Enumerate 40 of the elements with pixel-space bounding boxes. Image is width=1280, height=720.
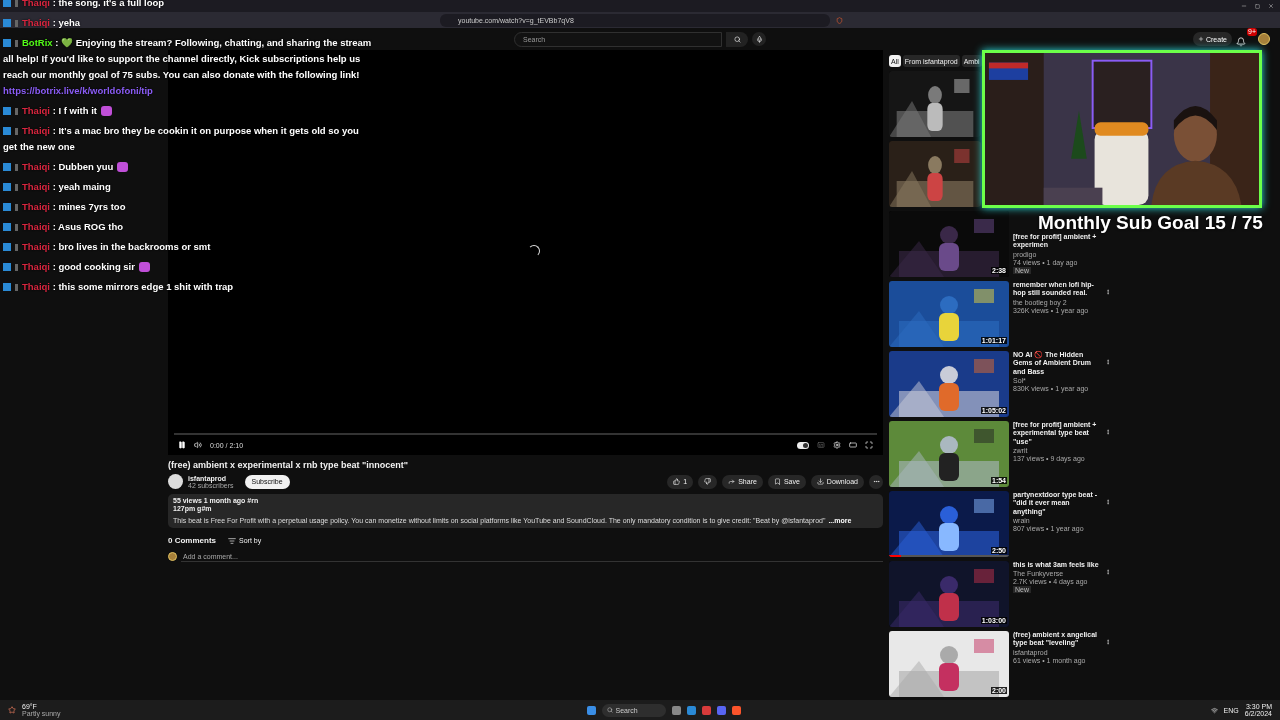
chat-message: BotRix : 💚 Enjoying the stream? Following, chatting, and sharing the stream all help! If you'd like to support the channel directly, Kick subscriptions help us reach our monthly goal of 75 subs. You can also donate with the following link! https://botrix.live/k/worldofoni/tip	[3, 35, 372, 99]
plus-icon	[1198, 36, 1204, 42]
volume-icon[interactable]	[194, 441, 202, 449]
tip-link[interactable]: https://botrix.live/k/worldofoni/tip	[3, 85, 153, 96]
search-button[interactable]	[726, 31, 748, 47]
user-avatar	[168, 552, 177, 561]
share-icon	[728, 478, 736, 485]
comment-count: 0 Comments	[168, 536, 216, 545]
sort-icon	[228, 536, 236, 545]
settings-icon[interactable]	[833, 441, 841, 449]
maximize-icon[interactable]	[1255, 3, 1260, 9]
dislike-button[interactable]	[698, 474, 718, 489]
autoplay-toggle[interactable]	[797, 441, 809, 449]
more-icon[interactable]	[1105, 569, 1111, 575]
search-icon	[733, 35, 741, 43]
search-icon	[606, 707, 613, 713]
close-icon[interactable]	[1268, 3, 1274, 9]
theater-icon[interactable]	[849, 441, 857, 449]
start-icon[interactable]	[586, 705, 596, 715]
thumbs-down-icon	[704, 478, 712, 485]
bookmark-icon	[773, 478, 781, 485]
weather-icon[interactable]	[8, 706, 16, 714]
thumbs-up-icon	[673, 478, 681, 485]
fullscreen-icon[interactable]	[865, 441, 873, 449]
more-icon[interactable]	[1105, 359, 1111, 365]
download-icon	[816, 478, 824, 485]
channel-avatar[interactable]	[168, 474, 183, 489]
more-icon[interactable]	[1105, 289, 1111, 295]
microphone-icon	[755, 35, 763, 43]
more-icon[interactable]	[1105, 499, 1111, 505]
sub-goal-text: Monthly Sub Goal 15 / 75	[1038, 212, 1263, 234]
more-icon[interactable]	[1105, 639, 1111, 645]
video-title: (free) ambient x experimental x rnb type beat "innocent"	[168, 460, 410, 470]
more-button[interactable]	[869, 474, 883, 489]
pause-icon[interactable]	[178, 441, 186, 449]
account-avatar[interactable]	[1258, 33, 1270, 45]
more-icon[interactable]	[1105, 429, 1111, 435]
wifi-icon[interactable]	[1210, 706, 1218, 714]
bell-icon[interactable]	[1236, 37, 1246, 47]
microphone-button[interactable]	[752, 32, 766, 46]
